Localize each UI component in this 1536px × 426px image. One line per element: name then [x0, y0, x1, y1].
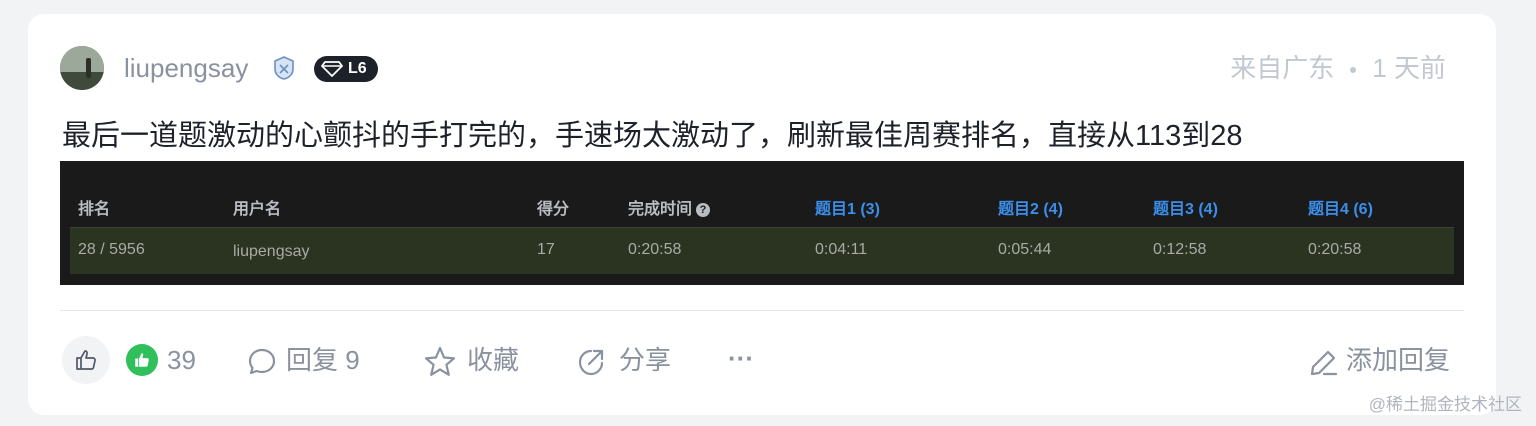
- reply-label: 回复 9: [286, 345, 360, 375]
- avatar-figure: [86, 58, 91, 78]
- action-bar: 39 回复 9 收藏 分享 ··· 添加回复: [0, 332, 1536, 388]
- cell-rank: 28 / 5956: [78, 241, 145, 258]
- contest-ranking-screenshot[interactable]: 排名 用户名 得分 完成时间? 题目1 (3) 题目2 (4) 题目3 (4) …: [60, 161, 1464, 285]
- level-label: L6: [348, 60, 367, 77]
- header-user: 用户名: [233, 201, 282, 218]
- collect-label: 收藏: [467, 345, 520, 375]
- post-time: 1 天前: [1372, 53, 1446, 83]
- add-reply-button[interactable]: 添加回复: [1308, 332, 1450, 388]
- reply-button[interactable]: 回复 9: [246, 332, 360, 388]
- share-icon: [578, 350, 604, 376]
- star-icon: [424, 347, 456, 377]
- share-button[interactable]: 分享: [575, 332, 671, 388]
- collect-button[interactable]: 收藏: [423, 332, 519, 388]
- header-q1: 题目1 (3): [815, 201, 880, 218]
- help-icon: ?: [696, 203, 711, 217]
- cell-q1: 0:04:11: [815, 241, 868, 258]
- avatar-sky: [60, 46, 104, 72]
- level-badge: L6: [314, 56, 378, 82]
- header-score: 得分: [537, 201, 570, 218]
- header-q4: 题目4 (6): [1308, 201, 1373, 218]
- post-meta: 来自广东 1 天前: [1230, 52, 1446, 84]
- pencil-icon: [1310, 351, 1338, 376]
- cell-finish-time: 0:20:58: [628, 241, 682, 258]
- header-q3: 题目3 (4): [1153, 201, 1218, 218]
- header-finish-time-label: 完成时间: [628, 201, 693, 218]
- header-rank: 排名: [78, 201, 111, 218]
- more-button[interactable]: ···: [728, 332, 754, 388]
- separator-dot: [1350, 67, 1357, 74]
- post-content: 最后一道题激动的心颤抖的手打完的，手速场太激动了，刷新最佳周赛排名，直接从113…: [62, 120, 1243, 152]
- divider: [60, 310, 1464, 311]
- diamond-icon: [321, 61, 343, 77]
- cell-q4: 0:20:58: [1308, 241, 1362, 258]
- share-label: 分享: [619, 345, 672, 375]
- avatar-ground: [60, 72, 104, 90]
- cell-q2: 0:05:44: [998, 241, 1052, 258]
- username[interactable]: liupengsay: [124, 52, 248, 84]
- cell-score: 17: [537, 241, 555, 258]
- cell-user: liupengsay: [233, 243, 310, 260]
- cell-q3: 0:12:58: [1153, 241, 1207, 258]
- header-finish-time: 完成时间?: [628, 195, 711, 219]
- watermark: @稀土掘金技术社区: [1368, 395, 1522, 414]
- avatar[interactable]: [60, 46, 104, 90]
- header-q2: 题目2 (4): [998, 201, 1063, 218]
- add-reply-label: 添加回复: [1346, 345, 1451, 375]
- location-text: 来自广东: [1230, 53, 1335, 83]
- comment-icon: [248, 349, 276, 375]
- verified-badge-icon: [274, 56, 294, 80]
- like-count[interactable]: 39: [167, 332, 196, 388]
